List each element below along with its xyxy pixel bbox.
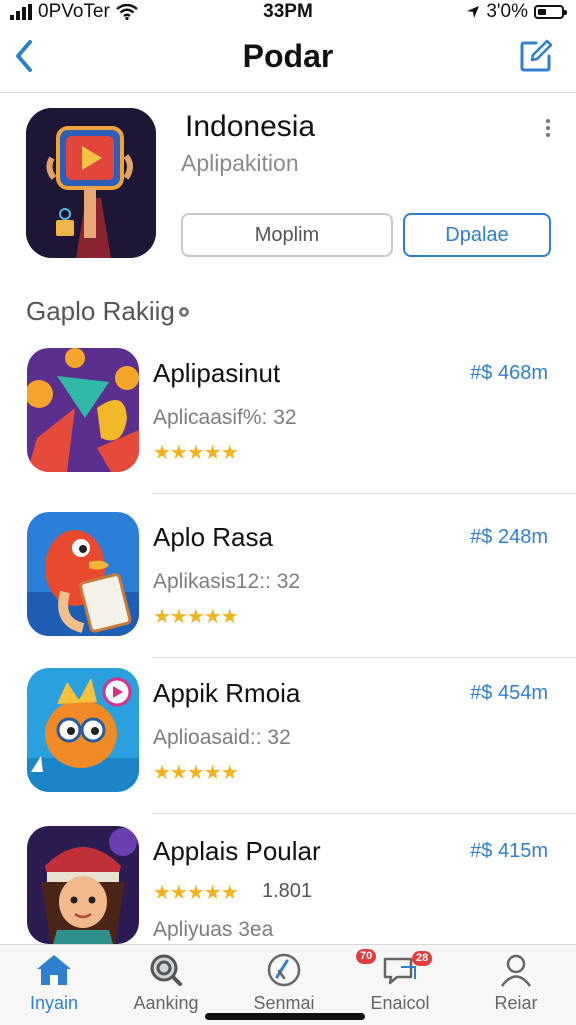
primary-action-button[interactable]: Dpalae (403, 213, 551, 257)
app-price[interactable]: #$ 415m (470, 840, 548, 863)
notification-badge: 28 (412, 951, 433, 966)
tab-profile[interactable]: Reiar (466, 953, 566, 1023)
app-subtitle: Aplicaasif%: 32 (153, 406, 297, 429)
app-icon[interactable] (27, 512, 139, 636)
battery-percent: 3'0% (486, 1, 528, 22)
location-icon (467, 6, 480, 18)
tab-label: Reiar (494, 993, 538, 1013)
featured-app-subtitle: Aplipakition (181, 150, 299, 176)
app-icon[interactable] (27, 668, 139, 792)
app-name: Aplo Rasa (153, 522, 273, 552)
more-options-icon[interactable] (538, 118, 558, 138)
app-subtitle: Aplikasis12:: 32 (153, 570, 301, 593)
home-icon (37, 955, 71, 985)
compass-icon (267, 953, 301, 987)
star-rating-icon: ★★★★★ (153, 882, 239, 904)
section-heading: Gaplo Rakiig (26, 296, 189, 327)
app-price[interactable]: #$ 454m (470, 682, 548, 705)
app-icon[interactable] (27, 826, 139, 944)
tab-messages[interactable]: 70 28 Enaicol (350, 949, 450, 1023)
list-item[interactable]: Appik Rmoia Aplioasaid:: 32 ★★★★★ #$ 454… (0, 668, 576, 824)
notification-badge: 70 (356, 949, 377, 964)
tab-label: Senmai (253, 993, 315, 1013)
section-indicator-icon (178, 306, 189, 317)
row-divider (153, 657, 576, 658)
profile-icon (500, 954, 532, 987)
list-item[interactable]: Aplipasinut Aplicaasif%: 32 ★★★★★ #$ 468… (0, 348, 576, 504)
status-bar: 0PVoTer 33PM 3'0% (0, 0, 576, 26)
compose-icon[interactable] (518, 38, 554, 74)
tab-label: Aanking (133, 993, 199, 1013)
featured-app-title: Indonesia (185, 110, 316, 143)
tab-ranking[interactable]: Aanking (116, 953, 216, 1023)
section-title-text: Gaplo Rakiig (26, 296, 175, 326)
tab-home[interactable]: Inyain (4, 953, 104, 1023)
app-price[interactable]: #$ 468m (470, 362, 548, 385)
featured-app-icon[interactable] (26, 108, 156, 258)
app-price[interactable]: #$ 248m (470, 526, 548, 549)
app-name: Aplipasinut (153, 358, 281, 388)
tab-label: Inyain (29, 993, 79, 1013)
app-name: Applais Poular (153, 836, 321, 866)
star-rating-icon: ★★★★★ (153, 762, 239, 784)
list-item[interactable]: Aplo Rasa Aplikasis12:: 32 ★★★★★ #$ 248m (0, 512, 576, 668)
app-subtitle: Aplioasaid:: 32 (153, 726, 291, 749)
home-indicator[interactable] (205, 1013, 365, 1020)
app-subtitle: Apliyuas 3ea (153, 918, 274, 941)
page-title: Podar (242, 38, 334, 74)
secondary-action-button[interactable]: Moplim (181, 213, 393, 257)
navigation-bar: Podar (0, 28, 576, 93)
search-icon (150, 954, 182, 986)
tab-label: Enaicol (370, 993, 430, 1013)
battery-icon (534, 5, 567, 19)
app-icon[interactable] (27, 348, 139, 472)
row-divider (153, 493, 576, 494)
app-name: Appik Rmoia (153, 678, 301, 708)
status-right: 3'0% (466, 1, 567, 23)
star-rating-icon: ★★★★★ (153, 442, 239, 464)
rating-count: 1.801 (262, 880, 313, 902)
star-rating-icon: ★★★★★ (153, 606, 239, 628)
row-divider (153, 813, 576, 814)
